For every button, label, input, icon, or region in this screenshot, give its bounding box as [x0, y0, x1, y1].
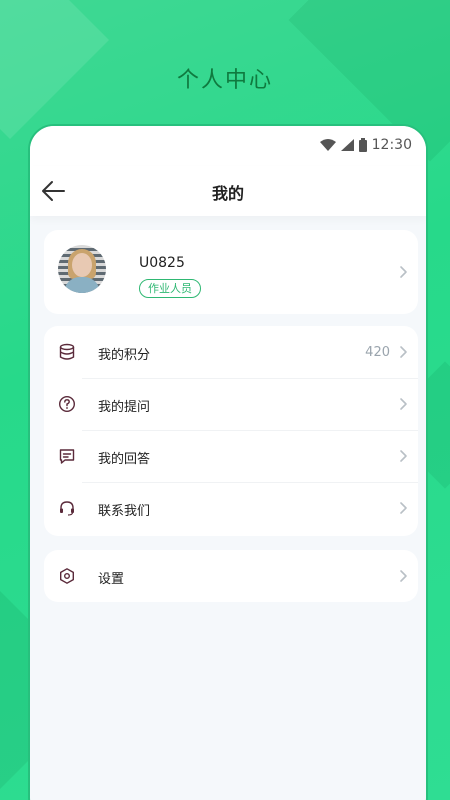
chevron-right-icon	[400, 570, 407, 582]
points-value: 420	[365, 345, 390, 360]
chevron-right-icon	[400, 346, 407, 358]
page-title: 我的	[211, 184, 244, 203]
status-icons: 12:30	[319, 137, 412, 153]
status-bar: 12:30	[30, 126, 426, 166]
promo-title: 个人中心	[176, 68, 273, 93]
menu-item-answers[interactable]: 我的回答	[44, 430, 418, 482]
menu-card: 我的积分 420 我的提问 我的回答 联系我们	[44, 326, 418, 536]
chevron-right-icon	[400, 266, 407, 278]
signal-icon	[340, 139, 354, 151]
role-badge: 作业人员	[139, 279, 201, 298]
chevron-right-icon	[400, 502, 407, 514]
settings-card: 设置	[44, 550, 418, 602]
nav-bar: 我的	[30, 166, 426, 216]
message-square-icon	[59, 449, 75, 464]
menu-item-points[interactable]: 我的积分 420	[44, 326, 418, 378]
menu-item-settings[interactable]: 设置	[44, 550, 418, 602]
menu-item-questions[interactable]: 我的提问	[44, 378, 418, 430]
avatar	[58, 245, 106, 293]
menu-item-label: 我的提问	[98, 400, 151, 415]
question-circle-icon	[58, 395, 76, 413]
menu-item-label: 联系我们	[98, 504, 151, 519]
wifi-icon	[319, 139, 336, 151]
menu-item-label: 我的积分	[98, 348, 151, 363]
menu-item-label: 设置	[98, 572, 125, 587]
username: U0825	[139, 255, 185, 271]
menu-item-contact[interactable]: 联系我们	[44, 482, 418, 534]
chevron-right-icon	[400, 450, 407, 462]
settings-hexagon-icon	[60, 568, 74, 584]
menu-item-label: 我的回答	[98, 452, 151, 467]
headset-icon	[60, 501, 74, 516]
profile-card[interactable]: U0825 作业人员	[44, 230, 418, 314]
database-icon	[59, 343, 75, 360]
phone-screen: 12:30 我的 U0825 作业人员 我的积分 420 我的提问 我的回答 联…	[28, 124, 428, 800]
status-time: 12:30	[371, 137, 412, 153]
battery-icon	[358, 138, 367, 152]
chevron-right-icon	[400, 398, 407, 410]
